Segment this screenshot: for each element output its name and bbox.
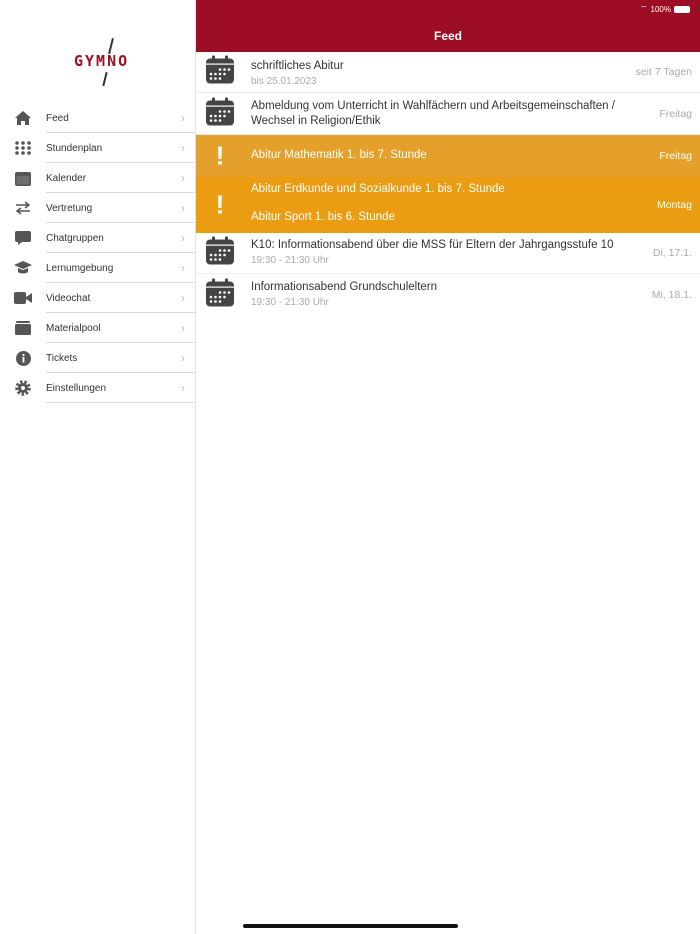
chevron-right-icon: › — [181, 261, 185, 275]
battery-percent: 100% — [650, 4, 671, 14]
sidebar-item-label: Stundenplan — [46, 142, 103, 154]
sidebar-item-materialpool[interactable]: Materialpool › — [0, 313, 195, 343]
feed-item-title: Abitur Sport 1. bis 6. Stunde — [251, 211, 395, 223]
feed-item[interactable]: schriftliches Abitur bis 25.01.2023 seit … — [196, 52, 700, 93]
sidebar: GYMNO Feed › Stundenplan › Kalender › Vertr… — [0, 0, 196, 934]
grid-icon — [14, 139, 32, 157]
sidebar-item-videochat[interactable]: Videochat › — [0, 283, 195, 313]
sidebar-item-label: Chatgruppen — [46, 232, 104, 244]
sidebar-item-chatgruppen[interactable]: Chatgruppen › — [0, 223, 195, 253]
logo-text: GYMNO — [74, 52, 130, 70]
chevron-right-icon: › — [181, 201, 185, 215]
feed-item-warning[interactable]: ! Abitur Erdkunde und Sozialkunde 1. bis… — [196, 177, 700, 233]
chevron-right-icon: › — [181, 141, 185, 155]
chevron-right-icon: › — [181, 111, 185, 125]
sidebar-item-kalender[interactable]: Kalender › — [0, 163, 195, 193]
chat-icon — [14, 229, 32, 247]
feed-panel: ⌔ 100% Feed schriftliches Abitur bis 25.0… — [196, 0, 700, 934]
sidebar-item-tickets[interactable]: Tickets › — [0, 343, 195, 373]
chevron-right-icon: › — [181, 351, 185, 365]
status-bar: ⌔ 100% — [640, 4, 690, 14]
calendar-icon — [206, 97, 234, 130]
home-indicator[interactable] — [243, 924, 458, 928]
calendar-icon — [206, 278, 234, 311]
graduation-cap-icon — [14, 259, 32, 277]
battery-icon — [674, 5, 690, 13]
sidebar-item-label: Videochat — [46, 292, 91, 304]
calendar-icon — [206, 236, 234, 270]
feed-item-title: schriftliches Abitur — [251, 60, 344, 72]
feed-item-date: Montag — [656, 199, 692, 211]
feed-item-title: Abmeldung vom Unterricht in Wahlfächern … — [251, 100, 615, 127]
exclamation-icon: ! — [215, 140, 225, 171]
feed-item-date: Mi, 18.1. — [651, 288, 692, 301]
sidebar-item-label: Feed — [46, 112, 69, 124]
sidebar-item-label: Materialpool — [46, 322, 101, 334]
feed-item-subtitle: 19:30 - 21:30 Uhr — [251, 297, 329, 308]
nav-bar: ⌔ 100% Feed — [196, 0, 700, 52]
logo: GYMNO — [60, 38, 140, 88]
home-icon — [14, 109, 32, 127]
swap-icon — [14, 199, 32, 217]
chevron-right-icon: › — [181, 231, 185, 245]
feed-item-date: Freitag — [659, 150, 692, 162]
wifi-icon: ⌔ — [640, 4, 648, 13]
feed-item-warning[interactable]: ! Abitur Mathematik 1. bis 7. Stunde Fre… — [196, 135, 700, 177]
sidebar-item-einstellungen[interactable]: Einstellungen › — [0, 373, 195, 403]
chevron-right-icon: › — [181, 171, 185, 185]
feed-item-date: Di, 17.1. — [652, 247, 692, 259]
sidebar-item-vertretung[interactable]: Vertretung › — [0, 193, 195, 223]
chevron-right-icon: › — [181, 381, 185, 395]
feed-item-date: seit 7 Tagen — [635, 66, 692, 78]
feed-item-date: Freitag — [659, 107, 692, 120]
feed-item[interactable]: Informationsabend Grundschuleltern 19:30 … — [196, 274, 700, 315]
nav-list: Feed › Stundenplan › Kalender › Vertretung ›… — [0, 103, 195, 403]
sidebar-item-feed[interactable]: Feed › — [0, 103, 195, 133]
calendar-icon — [14, 169, 32, 187]
feed-item-title: Abitur Erdkunde und Sozialkunde 1. bis 7… — [251, 183, 505, 195]
feed-item-title: Informationsabend Grundschuleltern — [251, 281, 438, 293]
exclamation-icon: ! — [215, 189, 225, 220]
sidebar-item-label: Einstellungen — [46, 382, 107, 394]
sidebar-item-stundenplan[interactable]: Stundenplan › — [0, 133, 195, 163]
chevron-right-icon: › — [181, 291, 185, 305]
calendar-icon — [206, 55, 234, 89]
feed-item-title: Abitur Mathematik 1. bis 7. Stunde — [251, 149, 427, 161]
sidebar-item-label: Vertretung — [46, 202, 93, 214]
gear-icon — [14, 379, 32, 397]
feed-item[interactable]: K10: Informationsabend über die MSS für … — [196, 233, 700, 274]
sidebar-item-lernumgebung[interactable]: Lernumgebung › — [0, 253, 195, 283]
sidebar-item-label: Tickets — [46, 352, 78, 364]
box-icon — [14, 319, 32, 337]
sidebar-item-label: Kalender — [46, 172, 87, 184]
sidebar-item-label: Lernumgebung — [46, 262, 114, 274]
feed-item-title: K10: Informationsabend über die MSS für … — [251, 239, 614, 251]
feed-item[interactable]: Abmeldung vom Unterricht in Wahlfächern … — [196, 93, 700, 135]
info-icon — [14, 349, 32, 367]
chevron-right-icon: › — [181, 321, 185, 335]
video-icon — [14, 289, 32, 307]
page-title: Feed — [433, 29, 462, 43]
feed-item-subtitle: 19:30 - 21:30 Uhr — [251, 255, 329, 266]
feed-item-subtitle: bis 25.01.2023 — [251, 76, 317, 87]
